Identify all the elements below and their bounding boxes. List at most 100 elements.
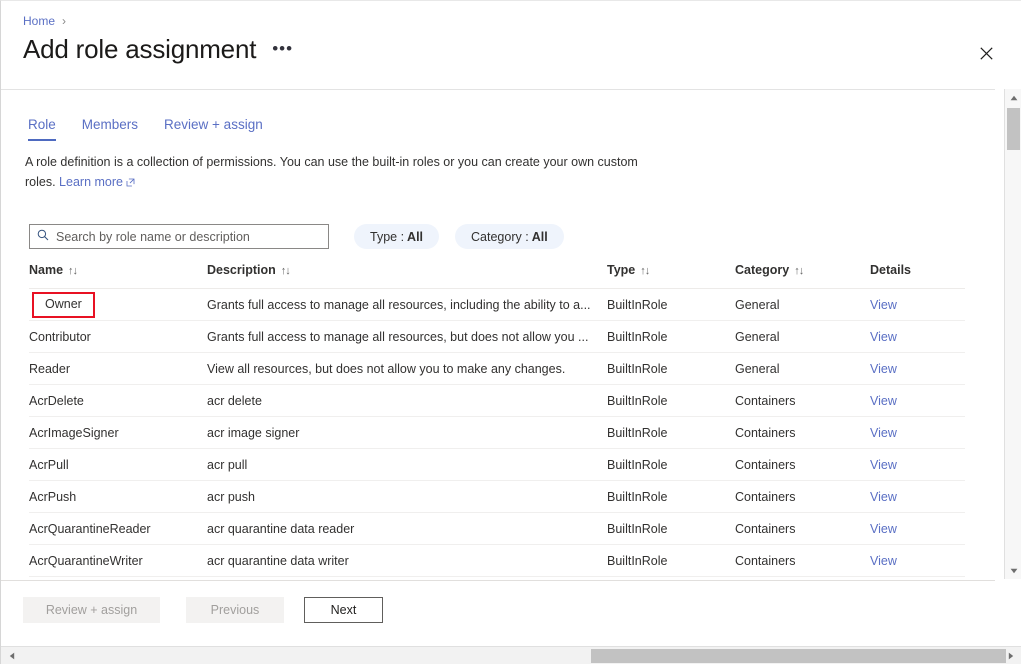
cell-details: View: [870, 384, 965, 417]
breadcrumb: Home ›: [23, 12, 66, 30]
horizontal-scrollbar-thumb[interactable]: [591, 649, 1006, 663]
cell-description: acr quarantine data writer: [207, 544, 607, 577]
cell-name[interactable]: Contributor: [29, 320, 207, 353]
close-icon[interactable]: [974, 41, 998, 65]
search-box[interactable]: [29, 224, 329, 249]
scroll-down-icon[interactable]: [1005, 562, 1021, 579]
table-row[interactable]: AcrQuarantineWriter acr quarantine data w…: [29, 544, 965, 577]
scroll-left-icon[interactable]: [4, 647, 20, 664]
filter-pill-type-value: All: [407, 229, 424, 244]
external-link-icon: [126, 173, 135, 193]
table-row[interactable]: AcrPush acr push BuiltInRole Containers View: [29, 480, 965, 513]
filter-pill-category-label: Category :: [471, 229, 529, 244]
column-header-details-label: Details: [870, 263, 911, 277]
table-row[interactable]: AcrQuarantineReader acr quarantine data r…: [29, 512, 965, 545]
cell-details: View: [870, 320, 965, 353]
table-row[interactable]: AcrDelete acr delete BuiltInRole Containers…: [29, 384, 965, 417]
table-row[interactable]: Contributor Grants full access to manage …: [29, 320, 965, 353]
filter-pill-type[interactable]: Type : All: [354, 224, 440, 249]
view-details-link[interactable]: View: [870, 458, 897, 472]
column-header-name[interactable]: Name ↑↓: [29, 263, 207, 289]
breadcrumb-home-link[interactable]: Home: [23, 12, 55, 30]
roles-table-wrapper: Name ↑↓ Description ↑↓ Type ↑↓ Category ↑↓ D: [29, 263, 965, 577]
cell-name[interactable]: AcrPush: [29, 480, 207, 513]
cell-name[interactable]: AcrQuarantineReader: [29, 512, 207, 545]
sort-arrows-icon: ↑↓: [280, 265, 291, 277]
tab-list: Role Members Review + assign: [25, 117, 276, 141]
horizontal-scrollbar[interactable]: [1, 646, 1021, 664]
cell-details: View: [870, 480, 965, 513]
add-role-assignment-blade: Home › Add role assignment ••• Role Memb…: [0, 0, 1021, 664]
table-header-row: Name ↑↓ Description ↑↓ Type ↑↓ Category ↑↓ D: [29, 263, 965, 289]
vertical-scrollbar-thumb[interactable]: [1007, 108, 1020, 150]
cell-category: Containers: [735, 448, 870, 481]
view-details-link[interactable]: View: [870, 298, 897, 312]
cell-category: Containers: [735, 480, 870, 513]
scroll-right-icon[interactable]: [1003, 647, 1019, 664]
blade-footer: Review + assign Previous Next: [1, 580, 995, 635]
cell-type: BuiltInRole: [607, 352, 735, 385]
scroll-up-icon[interactable]: [1005, 89, 1021, 106]
tab-role[interactable]: Role: [25, 117, 69, 141]
table-row[interactable]: AcrImageSigner acr image signer BuiltInRol…: [29, 416, 965, 449]
cell-details: View: [870, 288, 965, 321]
cell-type: BuiltInRole: [607, 448, 735, 481]
filter-row: Type :All Category :All: [29, 224, 564, 249]
cell-name[interactable]: AcrPull: [29, 448, 207, 481]
filter-pill-type-label: Type :: [370, 229, 405, 244]
cell-details: View: [870, 448, 965, 481]
column-header-category[interactable]: Category ↑↓: [735, 263, 870, 289]
cell-type: BuiltInRole: [607, 416, 735, 449]
column-header-type-label: Type: [607, 263, 636, 277]
sort-arrows-icon: ↑↓: [640, 265, 650, 277]
search-input[interactable]: [56, 229, 321, 244]
column-header-description[interactable]: Description ↑↓: [207, 263, 607, 289]
view-details-link[interactable]: View: [870, 362, 897, 376]
cell-category: Containers: [735, 416, 870, 449]
view-details-link[interactable]: View: [870, 394, 897, 408]
role-description-text: A role definition is a collection of per…: [25, 152, 645, 193]
cell-type: BuiltInRole: [607, 512, 735, 545]
cell-name[interactable]: Reader: [29, 352, 207, 385]
cell-category: Containers: [735, 512, 870, 545]
table-row[interactable]: AcrPull acr pull BuiltInRole Containers View: [29, 448, 965, 481]
cell-description: acr image signer: [207, 416, 607, 449]
learn-more-link[interactable]: Learn more: [59, 175, 123, 189]
highlight-box: Owner: [32, 291, 95, 318]
cell-description: Grants full access to manage all resourc…: [207, 320, 607, 353]
vertical-scrollbar[interactable]: [1004, 89, 1021, 579]
cell-description: acr delete: [207, 384, 607, 417]
tab-review-assign[interactable]: Review + assign: [151, 117, 276, 141]
view-details-link[interactable]: View: [870, 490, 897, 504]
footer-buttons: Review + assign Previous Next: [23, 597, 383, 623]
view-details-link[interactable]: View: [870, 426, 897, 440]
title-row: Add role assignment •••: [23, 34, 293, 65]
next-button[interactable]: Next: [304, 597, 383, 623]
cell-name[interactable]: Owner: [29, 288, 207, 321]
review-assign-button[interactable]: Review + assign: [23, 597, 160, 623]
sort-arrows-icon: ↑↓: [794, 265, 804, 277]
cell-name[interactable]: AcrDelete: [29, 384, 207, 417]
view-details-link[interactable]: View: [870, 330, 897, 344]
roles-table-head: Name ↑↓ Description ↑↓ Type ↑↓ Category ↑↓ D: [29, 263, 965, 289]
tab-role-label: Role: [28, 117, 56, 132]
view-details-link[interactable]: View: [870, 522, 897, 536]
filter-pill-category[interactable]: Category : All: [455, 224, 564, 249]
roles-table: Name ↑↓ Description ↑↓ Type ↑↓ Category ↑↓ D: [29, 263, 965, 577]
column-header-details: Details: [870, 263, 965, 289]
roles-table-body: Owner Grants full access to manage all re…: [29, 288, 965, 577]
breadcrumb-separator-icon: ›: [62, 14, 67, 28]
cell-name[interactable]: AcrImageSigner: [29, 416, 207, 449]
tab-members[interactable]: Members: [69, 117, 151, 141]
more-options-icon[interactable]: •••: [272, 39, 293, 59]
cell-type: BuiltInRole: [607, 384, 735, 417]
cell-details: View: [870, 512, 965, 545]
blade-content: Role Members Review + assign A role defi…: [1, 89, 995, 579]
view-details-link[interactable]: View: [870, 554, 897, 568]
table-row[interactable]: Reader View all resources, but does not a…: [29, 352, 965, 385]
table-row[interactable]: Owner Grants full access to manage all re…: [29, 288, 965, 321]
previous-button[interactable]: Previous: [186, 597, 284, 623]
column-header-type[interactable]: Type ↑↓: [607, 263, 735, 289]
cell-details: View: [870, 416, 965, 449]
cell-name[interactable]: AcrQuarantineWriter: [29, 544, 207, 577]
